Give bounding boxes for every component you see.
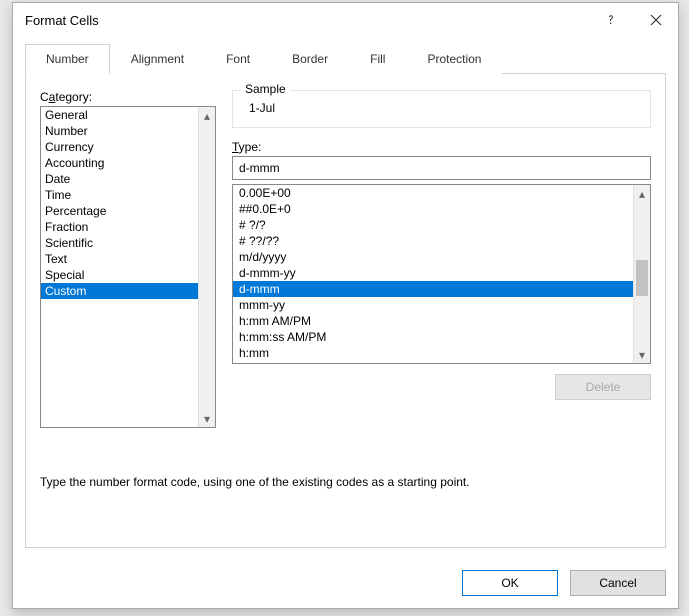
type-item[interactable]: h:mm:ss AM/PM xyxy=(233,329,633,345)
close-icon xyxy=(650,14,662,26)
category-item[interactable]: Text xyxy=(41,251,198,267)
category-item[interactable]: Number xyxy=(41,123,198,139)
hint-text: Type the number format code, using one o… xyxy=(40,475,470,489)
help-button[interactable] xyxy=(588,5,633,35)
scroll-down-icon[interactable]: ▾ xyxy=(634,346,650,363)
type-listbox[interactable]: 0.00E+00##0.0E+0# ?/?# ??/??m/d/yyyyd-mm… xyxy=(232,184,651,364)
delete-button[interactable]: Delete xyxy=(555,374,651,400)
scroll-up-icon[interactable]: ▴ xyxy=(634,185,650,202)
sample-legend: Sample xyxy=(241,82,290,96)
type-item[interactable]: 0.00E+00 xyxy=(233,185,633,201)
sample-group: Sample 1-Jul xyxy=(232,90,651,128)
dialog-body: Number Alignment Font Border Fill Protec… xyxy=(13,37,678,560)
tab-alignment[interactable]: Alignment xyxy=(110,44,205,74)
type-item[interactable]: mmm-yy xyxy=(233,297,633,313)
sample-value: 1-Jul xyxy=(245,101,638,115)
type-item[interactable]: # ?/? xyxy=(233,217,633,233)
type-item[interactable]: h:mm AM/PM xyxy=(233,313,633,329)
type-item[interactable]: d-mmm xyxy=(233,281,633,297)
cancel-button[interactable]: Cancel xyxy=(570,570,666,596)
type-item[interactable]: h:mm xyxy=(233,345,633,361)
type-input[interactable] xyxy=(232,156,651,180)
ok-button[interactable]: OK xyxy=(462,570,558,596)
number-panel: Category: GeneralNumberCurrencyAccountin… xyxy=(25,74,666,548)
category-item[interactable]: Percentage xyxy=(41,203,198,219)
dialog-footer: OK Cancel xyxy=(462,570,666,596)
help-icon xyxy=(605,14,617,26)
format-cells-dialog: Format Cells Number Alignment Font Borde… xyxy=(12,2,679,609)
type-item[interactable]: ##0.0E+0 xyxy=(233,201,633,217)
type-label: Type: xyxy=(232,140,651,154)
category-item[interactable]: General xyxy=(41,107,198,123)
category-item[interactable]: Scientific xyxy=(41,235,198,251)
tab-number[interactable]: Number xyxy=(25,44,110,74)
close-button[interactable] xyxy=(633,5,678,35)
tab-protection[interactable]: Protection xyxy=(406,44,502,74)
titlebar-buttons xyxy=(588,5,678,35)
type-scrollbar[interactable]: ▴ ▾ xyxy=(633,185,650,363)
type-item[interactable]: m/d/yyyy xyxy=(233,249,633,265)
titlebar: Format Cells xyxy=(13,3,678,37)
dialog-title: Format Cells xyxy=(25,13,588,28)
category-item[interactable]: Date xyxy=(41,171,198,187)
category-item[interactable]: Special xyxy=(41,267,198,283)
category-item[interactable]: Currency xyxy=(41,139,198,155)
tabstrip: Number Alignment Font Border Fill Protec… xyxy=(25,43,666,74)
category-listbox[interactable]: GeneralNumberCurrencyAccountingDateTimeP… xyxy=(40,106,216,428)
category-item[interactable]: Time xyxy=(41,187,198,203)
scroll-thumb[interactable] xyxy=(201,124,213,164)
category-scrollbar[interactable]: ▴ ▾ xyxy=(198,107,215,427)
tab-fill[interactable]: Fill xyxy=(349,44,406,74)
scroll-down-icon[interactable]: ▾ xyxy=(199,410,215,427)
type-item[interactable]: # ??/?? xyxy=(233,233,633,249)
type-item[interactable]: d-mmm-yy xyxy=(233,265,633,281)
category-item[interactable]: Fraction xyxy=(41,219,198,235)
category-item[interactable]: Custom xyxy=(41,283,198,299)
scroll-thumb[interactable] xyxy=(636,260,648,296)
tab-font[interactable]: Font xyxy=(205,44,271,74)
category-item[interactable]: Accounting xyxy=(41,155,198,171)
scroll-up-icon[interactable]: ▴ xyxy=(199,107,215,124)
category-label: Category: xyxy=(40,90,216,104)
tab-border[interactable]: Border xyxy=(271,44,349,74)
